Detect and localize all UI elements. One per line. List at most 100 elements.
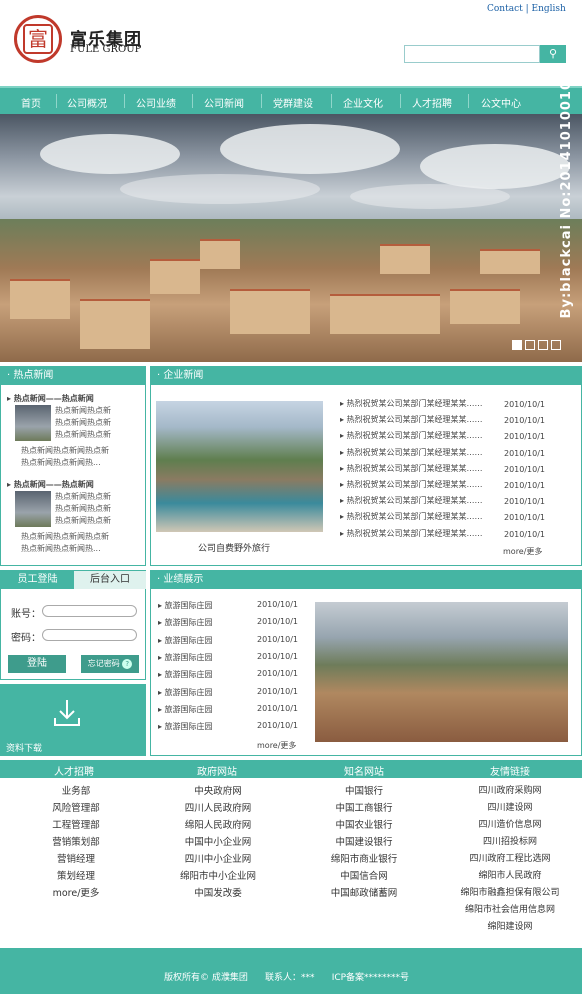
enterprise-news-image[interactable] [156, 401, 323, 532]
account-input[interactable] [42, 605, 137, 617]
banner-dot-1[interactable] [512, 340, 522, 350]
nav-party[interactable]: 党群建设 [273, 95, 313, 110]
performance-more[interactable]: more/更多 [257, 740, 296, 751]
footer-link[interactable]: 工程管理部 [6, 817, 146, 834]
top-links[interactable]: Contact | English [487, 4, 566, 14]
nav-recruit[interactable]: 人才招聘 [412, 95, 452, 110]
performance-image[interactable] [315, 602, 568, 742]
tab-admin-entry[interactable]: 后台入口 [74, 571, 146, 589]
download-panel[interactable]: 资料下载 [0, 684, 146, 756]
footer-link[interactable]: 中国农业银行 [294, 817, 434, 834]
nav-divider [124, 94, 125, 108]
footer-link[interactable]: 绵阳市人民政府 [445, 868, 575, 885]
hot-news-item[interactable]: ▸ 热点新闻——热点新闻 [7, 479, 94, 490]
nav-home[interactable]: 首页 [21, 95, 41, 110]
enterprise-news-item[interactable]: ▸ 热烈祝贺某公司某部门某经理某某…… [340, 495, 483, 506]
footer-link[interactable]: more/更多 [6, 885, 146, 902]
footer-link[interactable]: 四川中小企业网 [148, 851, 288, 868]
hot-news-headline[interactable]: ▸ 热点新闻——热点新闻 [7, 394, 94, 403]
enterprise-news-item[interactable]: ▸ 热烈祝贺某公司某部门某经理某某…… [340, 414, 483, 425]
footer-link[interactable]: 四川招投标网 [445, 834, 575, 851]
hot-news-thumbnail[interactable] [15, 405, 51, 441]
footer-link[interactable]: 中国银行 [294, 783, 434, 800]
banner-sky [0, 114, 582, 224]
company-name-en: FULE GROUP [70, 44, 142, 55]
main-nav: 首页 公司概况 公司业绩 公司新闻 党群建设 企业文化 人才招聘 公文中心 [0, 86, 582, 114]
banner-dot-4[interactable] [551, 340, 561, 350]
footer-link[interactable]: 四川政府采购网 [445, 783, 575, 800]
performance-date: 2010/10/1 [257, 721, 299, 731]
banner-dot-2[interactable] [525, 340, 535, 350]
enterprise-news-date: 2010/10/1 [504, 481, 546, 490]
footer-link[interactable]: 绵阳市融鑫担保有限公司 [445, 885, 575, 902]
hot-news-item[interactable]: ▸ 热点新闻——热点新闻 [7, 393, 94, 404]
footer-link[interactable]: 营销经理 [6, 851, 146, 868]
performance-item[interactable]: ▸ 旅游国际庄园 [158, 687, 213, 698]
footer-link[interactable]: 中国邮政储蓄网 [294, 885, 434, 902]
footer-link[interactable]: 中国中小企业网 [148, 834, 288, 851]
hot-news-title: · 热点新闻 [1, 367, 145, 385]
performance-item[interactable]: ▸ 旅游国际庄园 [158, 635, 213, 646]
banner-slideshow[interactable] [0, 114, 582, 362]
footer-link[interactable]: 中国建设银行 [294, 834, 434, 851]
performance-item[interactable]: ▸ 旅游国际庄园 [158, 669, 213, 680]
enterprise-news-item[interactable]: ▸ 热烈祝贺某公司某部门某经理某某…… [340, 511, 483, 522]
banner-pagination [512, 340, 564, 353]
nav-divider [331, 94, 332, 108]
footer-link[interactable]: 风险管理部 [6, 800, 146, 817]
banner-dot-3[interactable] [538, 340, 548, 350]
forgot-password-button[interactable]: 忘记密码 ? [81, 655, 139, 673]
nav-documents[interactable]: 公文中心 [481, 95, 521, 110]
performance-item[interactable]: ▸ 旅游国际庄园 [158, 721, 213, 732]
footer-link[interactable]: 策划经理 [6, 868, 146, 885]
search-button[interactable]: ⚲ [540, 45, 566, 63]
footer-link[interactable]: 四川建设网 [445, 800, 575, 817]
enterprise-news-item[interactable]: ▸ 热烈祝贺某公司某部门某经理某某…… [340, 430, 483, 441]
footer-link[interactable]: 中国发改委 [148, 885, 288, 902]
footer-link[interactable]: 中央政府网 [148, 783, 288, 800]
footer-link[interactable]: 营销策划部 [6, 834, 146, 851]
footer-link-column: 四川政府采购网 四川建设网 四川造价信息网 四川招投标网 四川政府工程比选网 绵阳市人民政… [445, 783, 575, 936]
nav-news[interactable]: 公司新闻 [204, 95, 244, 110]
footer-link[interactable]: 绵阳市商业银行 [294, 851, 434, 868]
enterprise-news-item[interactable]: ▸ 热烈祝贺某公司某部门某经理某某…… [340, 447, 483, 458]
login-button[interactable]: 登陆 [8, 655, 66, 673]
password-input[interactable] [42, 629, 137, 641]
footer-link[interactable]: 绵阳市社会信用信息网 [445, 902, 575, 919]
performance-item[interactable]: ▸ 旅游国际庄园 [158, 652, 213, 663]
nav-about[interactable]: 公司概况 [67, 95, 107, 110]
enterprise-news-item[interactable]: ▸ 热烈祝贺某公司某部门某经理某某…… [340, 479, 483, 490]
tab-staff-login[interactable]: 员工登陆 [1, 571, 74, 589]
footer-link[interactable]: 四川人民政府网 [148, 800, 288, 817]
footer-link[interactable]: 业务部 [6, 783, 146, 800]
footer-link[interactable]: 绵阳人民政府网 [148, 817, 288, 834]
enterprise-news-item[interactable]: ▸ 热烈祝贺某公司某部门某经理某某…… [340, 398, 483, 409]
performance-item[interactable]: ▸ 旅游国际庄园 [158, 704, 213, 715]
hot-news-headline[interactable]: ▸ 热点新闻——热点新闻 [7, 480, 94, 489]
enterprise-news-title: · 企业新闻 [151, 367, 581, 385]
copyright-text: 版权所有© 成濮集团 联系人：*** ICP备案********号 [164, 973, 410, 983]
enterprise-news-date: 2010/10/1 [504, 529, 546, 539]
hot-news-thumbnail[interactable] [15, 491, 51, 527]
nav-divider [400, 94, 401, 108]
footer-link[interactable]: 绵阳市中小企业网 [148, 868, 288, 885]
enterprise-news-item[interactable]: ▸ 热烈祝贺某公司某部门某经理某某…… [340, 463, 483, 474]
footer-link[interactable]: 四川造价信息网 [445, 817, 575, 834]
footer-link[interactable]: 中国信合网 [294, 868, 434, 885]
enterprise-news-date: 2010/10/1 [504, 513, 546, 523]
hot-news-line: 热点新闻热点新闻热... [21, 458, 101, 467]
nav-culture[interactable]: 企业文化 [343, 95, 383, 110]
nav-performance[interactable]: 公司业绩 [136, 95, 176, 110]
footer-link[interactable]: 四川政府工程比选网 [445, 851, 575, 868]
footer-links-header: 人才招聘 政府网站 知名网站 友情链接 [0, 760, 582, 778]
logo[interactable]: 富 [14, 15, 62, 63]
performance-item[interactable]: ▸ 旅游国际庄园 [158, 600, 213, 611]
enterprise-news-more[interactable]: more/更多 [503, 546, 542, 557]
hot-news-line: 热点新闻热点新 [55, 504, 111, 513]
enterprise-news-item[interactable]: ▸ 热烈祝贺某公司某部门某经理某某…… [340, 528, 483, 539]
performance-item[interactable]: ▸ 旅游国际庄园 [158, 617, 213, 628]
footer-link[interactable]: 中国工商银行 [294, 800, 434, 817]
footer-link[interactable]: 绵阳建设网 [445, 919, 575, 936]
password-label: 密码： [11, 633, 41, 644]
search-input[interactable] [404, 45, 540, 63]
